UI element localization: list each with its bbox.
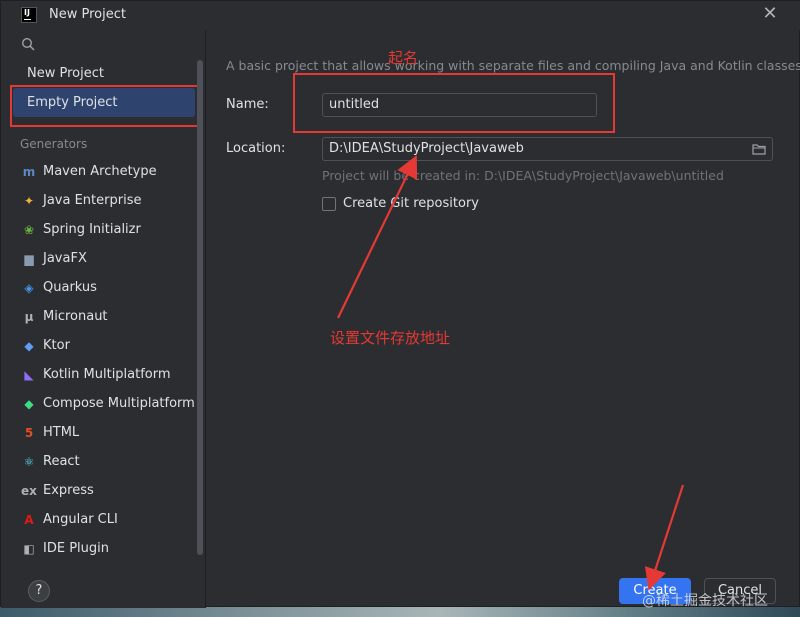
sidebar-item-react[interactable]: ⚛ React <box>13 447 195 476</box>
sidebar-item-new-project[interactable]: New Project <box>13 59 195 88</box>
title-bar: IJ New Project ✕ <box>1 1 800 30</box>
sidebar-item-label: Compose Multiplatform <box>43 396 195 411</box>
sidebar-item-ktor[interactable]: ◆ Ktor <box>13 331 195 360</box>
sidebar-item-label: React <box>43 454 80 469</box>
sidebar-item-label: Java Enterprise <box>43 193 142 208</box>
name-label: Name: <box>226 97 269 112</box>
window-title: New Project <box>49 7 126 22</box>
project-path-hint: Project will be created in: D:\IDEA\Stud… <box>322 168 724 183</box>
close-icon[interactable]: ✕ <box>761 4 779 24</box>
sidebar-item-empty-project[interactable]: Empty Project <box>13 88 195 117</box>
new-project-dialog: IJ New Project ✕ New Project Empty Proje… <box>0 0 800 608</box>
sidebar-item-angular-cli[interactable]: A Angular CLI <box>13 505 195 534</box>
project-type-description: A basic project that allows working with… <box>226 58 800 73</box>
micronaut-icon: μ <box>24 309 34 324</box>
sidebar-item-label: Angular CLI <box>43 512 118 527</box>
location-label: Location: <box>226 141 286 156</box>
sidebar-item-javafx[interactable]: ▆ JavaFX <box>13 244 195 273</box>
sidebar-item-java-enterprise[interactable]: ✦ Java Enterprise <box>13 186 195 215</box>
maven-icon: m <box>22 164 36 179</box>
git-checkbox[interactable] <box>322 196 336 211</box>
sidebar-item-label: Quarkus <box>43 280 97 295</box>
search-icon[interactable] <box>21 37 35 51</box>
create-git-repository-option[interactable]: Create Git repository <box>322 196 479 211</box>
sidebar: New Project Empty Project Generators m Ma… <box>1 30 206 608</box>
help-button[interactable]: ? <box>28 580 50 602</box>
sidebar-item-label: Empty Project <box>27 95 118 110</box>
project-settings-panel: A basic project that allows working with… <box>207 30 800 608</box>
compose-icon: ◆ <box>24 396 34 411</box>
plugin-icon: ◧ <box>23 541 35 556</box>
express-icon: ex <box>21 483 37 498</box>
java-enterprise-icon: ✦ <box>23 193 35 208</box>
sidebar-scrollbar[interactable] <box>197 60 203 555</box>
react-icon: ⚛ <box>23 454 35 469</box>
sidebar-item-spring-initializr[interactable]: ❀ Spring Initializr <box>13 215 195 244</box>
angular-icon: A <box>24 512 34 527</box>
folder-icon: ▆ <box>24 251 34 266</box>
sidebar-item-label: New Project <box>27 66 104 81</box>
sidebar-item-ide-plugin[interactable]: ◧ IDE Plugin <box>13 534 195 563</box>
sidebar-item-maven-archetype[interactable]: m Maven Archetype <box>13 157 195 186</box>
sidebar-item-kotlin-multiplatform[interactable]: ◣ Kotlin Multiplatform <box>13 360 195 389</box>
watermark: @稀土掘金技术社区 <box>642 593 768 609</box>
spring-icon: ❀ <box>23 222 35 237</box>
sidebar-item-quarkus[interactable]: ◈ Quarkus <box>13 273 195 302</box>
html5-icon: 5 <box>24 425 34 440</box>
ktor-icon: ◆ <box>24 338 34 353</box>
generators-group-label: Generators <box>20 137 88 151</box>
kotlin-icon: ◣ <box>24 367 34 382</box>
sidebar-item-label: Kotlin Multiplatform <box>43 367 171 382</box>
sidebar-item-html[interactable]: 5 HTML <box>13 418 195 447</box>
annotation-name-note: 起名 <box>388 49 419 67</box>
sidebar-item-label: Maven Archetype <box>43 164 157 179</box>
sidebar-item-label: Express <box>43 483 94 498</box>
sidebar-item-label: HTML <box>43 425 80 440</box>
sidebar-item-label: Ktor <box>43 338 70 353</box>
sidebar-item-micronaut[interactable]: μ Micronaut <box>13 302 195 331</box>
sidebar-item-label: IDE Plugin <box>43 541 109 556</box>
sidebar-item-express[interactable]: ex Express <box>13 476 195 505</box>
location-input[interactable]: D:\IDEA\StudyProject\Javaweb <box>322 137 773 161</box>
sidebar-item-label: JavaFX <box>43 251 87 266</box>
sidebar-item-label: Spring Initializr <box>43 222 141 237</box>
annotation-location-note: 设置文件存放地址 <box>330 329 451 347</box>
quarkus-icon: ◈ <box>24 280 34 295</box>
sidebar-item-label: Micronaut <box>43 309 108 324</box>
location-value: D:\IDEA\StudyProject\Javaweb <box>329 141 524 156</box>
intellij-app-icon: IJ <box>21 7 37 23</box>
git-checkbox-label: Create Git repository <box>343 196 479 211</box>
folder-icon[interactable] <box>752 143 766 155</box>
sidebar-item-compose-multiplatform[interactable]: ◆ Compose Multiplatform <box>13 389 195 418</box>
name-input[interactable]: untitled <box>322 93 597 117</box>
